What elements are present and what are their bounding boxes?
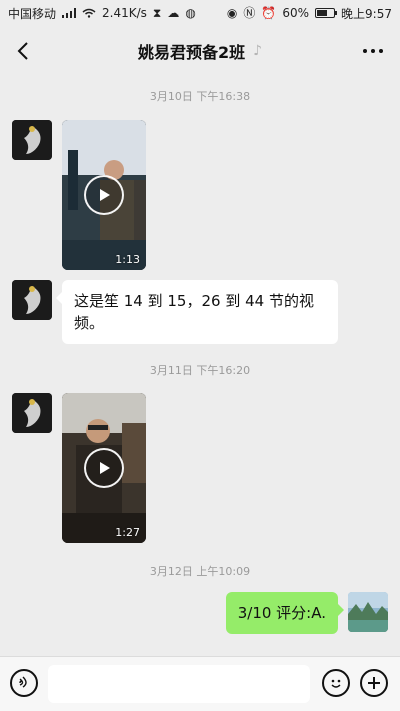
plus-icon	[368, 677, 380, 689]
avatar[interactable]	[12, 120, 52, 160]
ear-icon: ♪	[253, 43, 263, 59]
plus-button[interactable]	[360, 669, 388, 697]
input-bar	[0, 656, 400, 711]
status-left: 中国移动 2.41K/s ⧗ ☁ ◍	[8, 5, 196, 22]
wifi-icon	[82, 8, 96, 18]
chat-title: 姚易君预备2班	[137, 43, 246, 62]
timestamp: 3月12日 上午10:09	[149, 565, 251, 578]
eye-icon: ◉	[226, 6, 238, 20]
play-icon	[100, 189, 110, 201]
browser-icon: ◍	[185, 6, 196, 20]
battery-icon	[315, 8, 338, 18]
landscape-avatar-icon	[348, 592, 388, 632]
chevron-left-icon	[17, 42, 28, 60]
message-text: 这是笙 14 到 15，26 到 44 节的视频。	[74, 292, 314, 332]
message-text: 3/10 评分:A.	[237, 604, 326, 622]
title-wrap: 姚易君预备2班 ♪	[138, 39, 262, 63]
net-speed: 2.41K/s	[102, 6, 147, 20]
battery-percent: 60%	[282, 6, 310, 20]
play-button[interactable]	[84, 448, 124, 488]
nfc-icon: Ⓝ	[243, 6, 256, 20]
my-text-message[interactable]: 3/10 评分:A.	[225, 592, 345, 634]
message-icon: ☁	[167, 6, 180, 20]
chat-header: 姚易君预备2班 ♪	[0, 26, 400, 76]
text-message[interactable]: 这是笙 14 到 15，26 到 44 节的视频。	[56, 280, 338, 344]
hourglass-icon: ⧗	[152, 6, 162, 20]
voice-button[interactable]	[10, 669, 38, 697]
more-button[interactable]	[356, 36, 390, 66]
clock: 晚上9:57	[341, 6, 392, 21]
video-duration: 1:27	[115, 526, 140, 539]
more-icon	[363, 49, 383, 53]
my-avatar[interactable]	[348, 592, 388, 632]
video-duration: 1:13	[115, 253, 140, 266]
dragon-avatar-icon	[12, 120, 52, 160]
video-message[interactable]: 1:27	[62, 393, 146, 543]
carrier-label: 中国移动	[8, 6, 57, 21]
play-icon	[100, 462, 110, 474]
avatar[interactable]	[12, 393, 52, 433]
emoji-icon	[331, 679, 341, 688]
status-right: ◉ Ⓝ ⏰ 60% 晚上9:57	[227, 5, 392, 22]
dragon-avatar-icon	[12, 393, 52, 433]
voice-icon	[19, 676, 27, 688]
timestamp: 3月10日 下午16:38	[149, 90, 251, 103]
avatar[interactable]	[12, 280, 52, 320]
timestamp: 3月11日 下午16:20	[149, 364, 251, 377]
video-message[interactable]: 1:13	[62, 120, 146, 270]
dragon-avatar-icon	[12, 280, 52, 320]
signal-icon	[62, 8, 77, 18]
status-bar: 中国移动 2.41K/s ⧗ ☁ ◍ ◉ Ⓝ ⏰ 60% 晚上9:57	[0, 0, 400, 26]
back-button[interactable]	[10, 36, 36, 66]
emoji-button[interactable]	[322, 669, 350, 697]
play-button[interactable]	[84, 175, 124, 215]
message-input[interactable]	[48, 665, 310, 703]
battery-level	[317, 10, 327, 16]
alarm-icon: ⏰	[261, 6, 277, 20]
